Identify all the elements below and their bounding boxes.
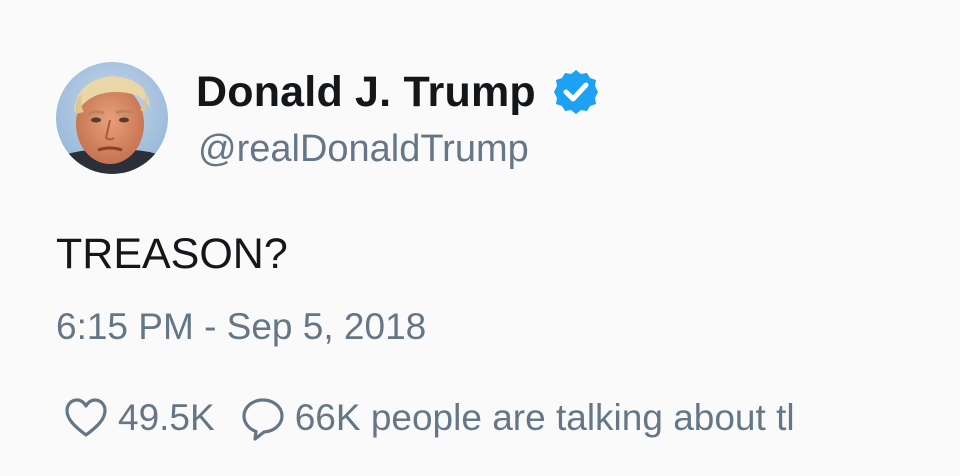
display-name[interactable]: Donald J. Trump	[196, 68, 536, 117]
avatar-image	[56, 62, 168, 174]
name-row: Donald J. Trump	[196, 64, 600, 120]
talking-count[interactable]: 66K people are talking about tl	[295, 397, 795, 439]
user-handle[interactable]: @realDonaldTrump	[198, 128, 529, 171]
tweet-text: TREASON?	[56, 230, 288, 278]
speech-bubble-icon[interactable]	[239, 394, 287, 442]
heart-icon[interactable]	[62, 394, 110, 442]
avatar[interactable]	[56, 62, 168, 174]
tweet-card: Donald J. Trump @realDonaldTrump TREASON…	[0, 0, 960, 476]
action-bar: 49.5K 66K people are talking about tl	[62, 390, 912, 446]
timestamp[interactable]: 6:15 PM - Sep 5, 2018	[56, 306, 426, 348]
like-count: 49.5K	[118, 397, 215, 438]
verified-badge-icon	[552, 68, 600, 116]
